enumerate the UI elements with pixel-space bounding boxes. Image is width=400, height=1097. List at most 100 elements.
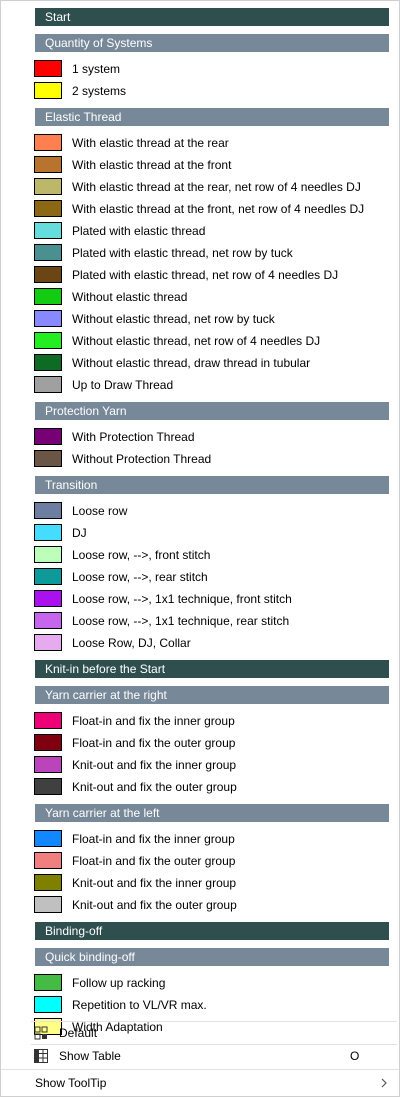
color-option-item[interactable]: Knit-out and fix the inner group [1, 872, 399, 894]
show-table-menu-item[interactable]: Show Table O [1, 1045, 399, 1067]
section-header-yarn-carrier-at-the-left: Yarn carrier at the left [35, 804, 389, 822]
color-swatch [34, 712, 62, 729]
color-option-label: Without elastic thread [72, 290, 188, 304]
color-option-item[interactable]: With Protection Thread [1, 426, 399, 448]
color-option-item[interactable]: Plated with elastic thread, net row of 4… [1, 264, 399, 286]
color-option-label: Loose row, -->, rear stitch [72, 570, 208, 584]
show-table-shortcut: O [350, 1049, 360, 1063]
show-tooltip-label: Show ToolTip [35, 1076, 107, 1090]
color-option-item[interactable]: With elastic thread at the front [1, 154, 399, 176]
color-option-item[interactable]: Plated with elastic thread, net row by t… [1, 242, 399, 264]
section-header-yarn-carrier-at-the-right: Yarn carrier at the right [35, 686, 389, 704]
context-menu: Start Quantity of Systems 1 system 2 system… [0, 0, 400, 1097]
color-swatch [34, 568, 62, 585]
color-option-label: Follow up racking [72, 976, 166, 990]
color-option-item[interactable]: 1 system [1, 58, 399, 80]
color-option-label: Float-in and fix the outer group [72, 736, 236, 750]
color-option-item[interactable]: Repetition to VL/VR max. [1, 994, 399, 1016]
color-option-item[interactable]: Follow up racking [1, 972, 399, 994]
color-swatch [34, 974, 62, 991]
color-option-item[interactable]: DJ [1, 522, 399, 544]
color-option-label: With elastic thread at the front [72, 158, 232, 172]
color-option-label: Knit-out and fix the outer group [72, 780, 237, 794]
color-option-item[interactable]: Float-in and fix the inner group [1, 828, 399, 850]
color-swatch [34, 178, 62, 195]
color-option-item[interactable]: Knit-out and fix the outer group [1, 776, 399, 798]
color-option-label: Without elastic thread, net row of 4 nee… [72, 334, 321, 348]
color-swatch [34, 590, 62, 607]
color-option-label: Knit-out and fix the inner group [72, 876, 237, 890]
color-option-item[interactable]: Float-in and fix the outer group [1, 850, 399, 872]
color-option-label: Without Protection Thread [72, 452, 212, 466]
menu-separator [1, 1069, 399, 1070]
color-option-item[interactable]: With elastic thread at the front, net ro… [1, 198, 399, 220]
color-swatch [34, 310, 62, 327]
color-option-label: Without elastic thread, net row by tuck [72, 312, 275, 326]
color-option-label: With Protection Thread [72, 430, 195, 444]
color-option-item[interactable]: Loose row, -->, rear stitch [1, 566, 399, 588]
color-swatch [34, 896, 62, 913]
color-option-item[interactable]: Loose Row, DJ, Collar [1, 632, 399, 654]
color-option-label: Without elastic thread, draw thread in t… [72, 356, 311, 370]
show-table-label: Show Table [59, 1049, 121, 1063]
color-option-item[interactable]: 2 systems [1, 80, 399, 102]
color-option-item[interactable]: Up to Draw Thread [1, 374, 399, 396]
color-option-item[interactable]: Loose row, -->, front stitch [1, 544, 399, 566]
color-swatch [34, 546, 62, 563]
color-swatch [34, 830, 62, 847]
color-swatch [34, 332, 62, 349]
section-header-binding-off: Binding-off [35, 922, 389, 940]
color-option-label: Plated with elastic thread [72, 224, 206, 238]
color-swatch [34, 852, 62, 869]
section-header-start: Start [35, 8, 389, 26]
color-swatch [34, 874, 62, 891]
color-option-label: Repetition to VL/VR max. [72, 998, 207, 1012]
color-swatch [34, 156, 62, 173]
color-option-item[interactable]: Loose row, -->, 1x1 technique, front sti… [1, 588, 399, 610]
color-swatch [34, 778, 62, 795]
color-option-label: Float-in and fix the outer group [72, 854, 236, 868]
color-swatch [34, 376, 62, 393]
color-swatch [34, 450, 62, 467]
color-swatch [34, 134, 62, 151]
section-header-quick-binding-off: Quick binding-off [35, 948, 389, 966]
section-header-elastic-thread: Elastic Thread [35, 108, 389, 126]
color-option-item[interactable]: With elastic thread at the rear, net row… [1, 176, 399, 198]
color-swatch [34, 82, 62, 99]
color-option-item[interactable]: Loose row, -->, 1x1 technique, rear stit… [1, 610, 399, 632]
color-swatch [34, 200, 62, 217]
section-header-transition: Transition [35, 476, 389, 494]
color-option-label: DJ [72, 526, 87, 540]
color-option-label: With elastic thread at the rear, net row… [72, 180, 361, 194]
table-icon [34, 1049, 48, 1063]
color-option-label: Up to Draw Thread [72, 378, 174, 392]
color-option-label: 2 systems [72, 84, 127, 98]
color-swatch [34, 354, 62, 371]
color-option-item[interactable]: Float-in and fix the outer group [1, 732, 399, 754]
color-option-item[interactable]: Without elastic thread, draw thread in t… [1, 352, 399, 374]
section-header-quantity-of-systems: Quantity of Systems [35, 34, 389, 52]
color-swatch [34, 612, 62, 629]
color-option-item[interactable]: Without elastic thread, net row of 4 nee… [1, 330, 399, 352]
color-option-label: Loose row, -->, 1x1 technique, rear stit… [72, 614, 290, 628]
color-option-item[interactable]: Without elastic thread, net row by tuck [1, 308, 399, 330]
color-swatch [34, 502, 62, 519]
color-option-item[interactable]: Without Protection Thread [1, 448, 399, 470]
color-option-item[interactable]: Plated with elastic thread [1, 220, 399, 242]
show-tooltip-menu-item[interactable]: Show ToolTip [1, 1072, 399, 1094]
color-option-item[interactable]: Knit-out and fix the inner group [1, 754, 399, 776]
default-menu-item[interactable]: Default [1, 1022, 399, 1044]
color-option-item[interactable]: Knit-out and fix the outer group [1, 894, 399, 916]
color-swatch [34, 734, 62, 751]
color-option-label: Loose row [72, 504, 128, 518]
color-option-label: 1 system [72, 62, 121, 76]
color-option-item[interactable]: Float-in and fix the inner group [1, 710, 399, 732]
grid-icon [34, 1026, 48, 1040]
color-swatch [34, 60, 62, 77]
color-swatch [34, 996, 62, 1013]
color-option-item[interactable]: Without elastic thread [1, 286, 399, 308]
color-option-item[interactable]: Loose row [1, 500, 399, 522]
color-option-item[interactable]: With elastic thread at the rear [1, 132, 399, 154]
color-swatch [34, 524, 62, 541]
color-swatch [34, 288, 62, 305]
